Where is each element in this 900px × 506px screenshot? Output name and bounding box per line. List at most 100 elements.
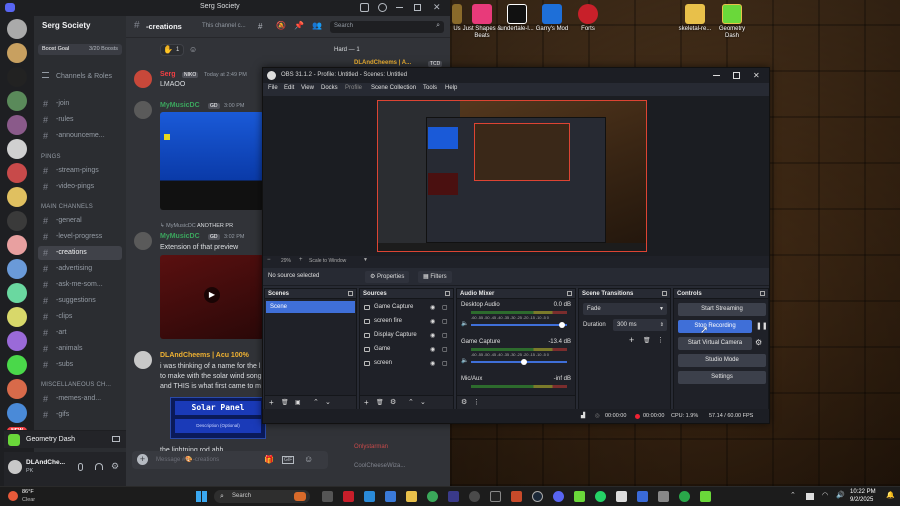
chevron-down-icon[interactable]: ▼	[363, 257, 368, 263]
visibility-eye-icon[interactable]: ◉	[430, 332, 435, 339]
settings-gear-icon[interactable]: ⚙	[111, 461, 119, 472]
task-view-icon[interactable]	[322, 491, 333, 502]
channel-suggestions[interactable]: -suggestions	[38, 294, 122, 308]
server-name[interactable]: Serg Society	[42, 21, 90, 30]
move-down-icon[interactable]: ⌄	[325, 398, 331, 408]
close-icon[interactable]: ✕	[433, 2, 441, 13]
tray-chevron-icon[interactable]: ⌃	[790, 491, 796, 499]
user-avatar[interactable]	[8, 460, 22, 474]
taskbar-app-icon[interactable]	[637, 491, 648, 502]
gear-icon[interactable]: ⚙	[390, 398, 396, 408]
visibility-eye-icon[interactable]: ◉	[430, 304, 435, 311]
gear-icon[interactable]: ⚙	[755, 338, 762, 347]
desktop-icon-undertale[interactable]: undertale-l...	[497, 4, 537, 33]
video-attachment[interactable]: ▶	[160, 255, 264, 339]
server-icon[interactable]	[7, 379, 27, 399]
menu-tools[interactable]: Tools	[423, 85, 437, 91]
lock-icon[interactable]: ▢	[442, 360, 448, 367]
taskbar-app-icon[interactable]	[448, 491, 459, 502]
taskbar-app-icon[interactable]	[574, 491, 585, 502]
desktop-icon-just-shapes-beats[interactable]: Just Shapes & Beats	[462, 4, 502, 40]
server-icon[interactable]	[7, 19, 27, 39]
taskbar-search[interactable]: ⌕ Search	[214, 490, 310, 503]
voice-server-panel[interactable]: Geometry Dash	[4, 430, 126, 448]
channel-stream-pings[interactable]: -stream-pings	[38, 164, 122, 178]
server-icon[interactable]	[7, 259, 27, 279]
desktop-icon-forts[interactable]: Forts	[568, 4, 608, 33]
volume-slider-knob[interactable]	[559, 322, 566, 328]
avatar[interactable]	[134, 232, 152, 250]
clock-date[interactable]: 9/2/2025	[850, 497, 873, 503]
scene-item[interactable]: Scene	[266, 301, 355, 313]
server-icon[interactable]	[7, 67, 27, 87]
avatar[interactable]	[134, 70, 152, 88]
taskbar-app-icon[interactable]	[469, 491, 480, 502]
transition-select[interactable]: Fade ▼	[583, 303, 667, 315]
server-icon[interactable]	[7, 43, 27, 63]
taskbar-app-icon[interactable]	[679, 491, 690, 502]
maximize-icon[interactable]	[733, 72, 740, 79]
server-icon[interactable]	[7, 355, 27, 375]
threads-icon[interactable]: #	[258, 22, 262, 31]
more-icon[interactable]: ⋮	[473, 398, 480, 408]
obs-preview[interactable]	[263, 96, 769, 256]
category-main[interactable]: MAIN CHANNELS	[41, 204, 93, 210]
taskbar-app-icon[interactable]	[511, 491, 522, 502]
avatar[interactable]	[134, 101, 152, 119]
start-virtual-camera-button[interactable]: Start Virtual Camera	[678, 337, 752, 350]
reaction[interactable]: ✋ 1	[160, 44, 184, 56]
dock-menu-icon[interactable]	[662, 291, 667, 296]
source-item[interactable]: screen	[362, 357, 392, 370]
category-pings[interactable]: PINGS	[41, 154, 61, 160]
desktop-icon-garrys-mod[interactable]: Garry's Mod	[532, 4, 572, 33]
server-icon[interactable]	[7, 283, 27, 303]
play-icon[interactable]: ▶	[204, 287, 220, 303]
trash-icon[interactable]: 🗑	[281, 398, 289, 408]
mixer-settings-icon[interactable]: ⚙	[461, 398, 467, 408]
discord-icon[interactable]	[553, 491, 564, 502]
inbox-icon[interactable]	[360, 3, 369, 12]
volume-slider-knob[interactable]	[520, 359, 527, 365]
scale-mode[interactable]: Scale to Window	[309, 258, 346, 264]
taskbar-app-icon[interactable]	[364, 491, 375, 502]
move-up-icon[interactable]: ⌃	[313, 398, 319, 408]
zoom-out-icon[interactable]: −	[267, 257, 271, 263]
file-explorer-icon[interactable]	[406, 491, 417, 502]
add-transition-icon[interactable]: +	[629, 335, 634, 345]
taskbar-app-icon[interactable]	[616, 491, 627, 502]
message-composer[interactable]: + Message #🎨-creations 🎁 GIF ☺	[132, 451, 328, 469]
channel-subs[interactable]: -subs	[38, 358, 122, 372]
visibility-eye-icon[interactable]: ◉	[430, 318, 435, 325]
trash-icon[interactable]: 🗑	[643, 337, 651, 344]
server-icon[interactable]	[7, 307, 27, 327]
channel-gifs[interactable]: -gifs	[38, 408, 122, 422]
lock-icon[interactable]: ▢	[442, 332, 448, 339]
channel-general[interactable]: -general	[38, 214, 122, 228]
filters-button[interactable]: ▦ Filters	[418, 271, 452, 283]
screen-share-icon[interactable]	[112, 436, 120, 442]
server-icon[interactable]	[7, 139, 27, 159]
visibility-eye-icon[interactable]: ◉	[430, 346, 435, 353]
menu-view[interactable]: View	[301, 85, 314, 91]
desktop-icon-skeletal[interactable]: skeletal-re...	[675, 4, 715, 33]
more-icon[interactable]: ⋮	[657, 336, 664, 344]
members-icon[interactable]: 👥	[312, 21, 322, 30]
server-icon[interactable]	[7, 403, 27, 423]
channel-video-pings[interactable]: -video-pings	[38, 180, 122, 194]
minimize-icon[interactable]	[396, 7, 403, 8]
server-icon[interactable]	[7, 235, 27, 255]
minimize-icon[interactable]	[713, 75, 720, 76]
channel-advertising[interactable]: -advertising	[38, 262, 122, 276]
dock-menu-icon[interactable]	[445, 291, 450, 296]
volume-icon[interactable]: 🔊	[836, 491, 845, 499]
duration-input[interactable]: 300 ms ⇕	[613, 319, 667, 331]
embed-image[interactable]: Solar Panel Description (Optional)	[170, 397, 266, 439]
source-item[interactable]: Game	[362, 343, 390, 356]
geometry-dash-taskbar-icon[interactable]	[700, 491, 711, 502]
server-icon[interactable]	[7, 163, 27, 183]
channel-clips[interactable]: -clips	[38, 310, 122, 324]
channel-creations[interactable]: -creations	[38, 246, 122, 260]
server-icon[interactable]	[7, 187, 27, 207]
headphones-icon[interactable]	[95, 463, 103, 470]
add-attachment-icon[interactable]: +	[137, 454, 148, 465]
